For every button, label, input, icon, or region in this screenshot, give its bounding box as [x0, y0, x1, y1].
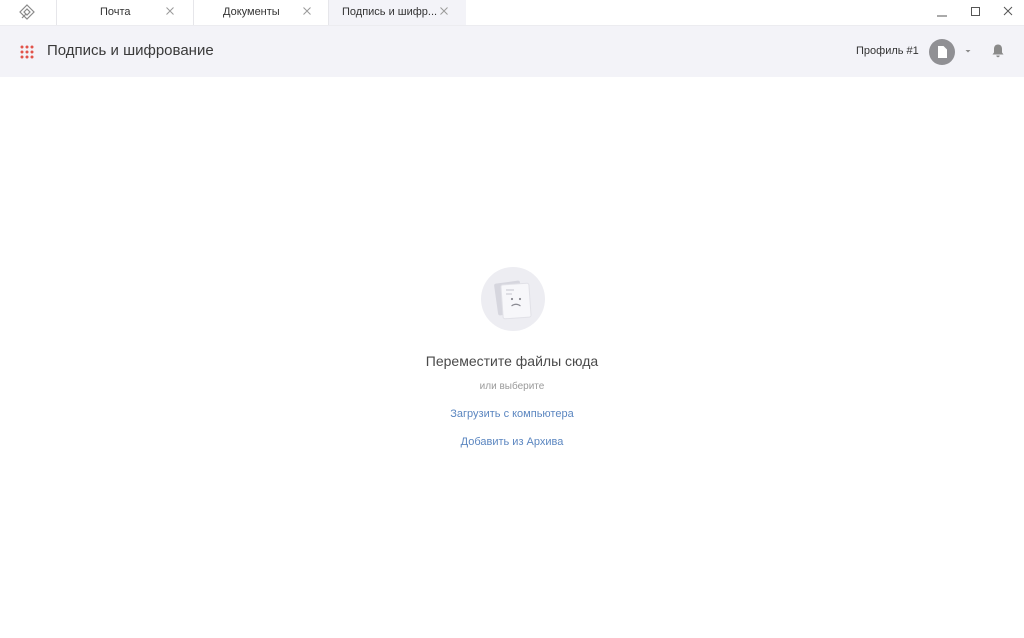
- drop-zone-title: Переместите файлы сюда: [425, 353, 599, 369]
- close-tab-icon[interactable]: [164, 5, 176, 17]
- bell-icon[interactable]: [991, 43, 1005, 59]
- app-header: Подпись и шифрование Профиль #1: [0, 26, 1024, 77]
- close-tab-icon[interactable]: [438, 5, 450, 17]
- avatar[interactable]: [929, 39, 955, 65]
- maximize-icon[interactable]: [963, 2, 987, 22]
- upload-from-computer-link[interactable]: Загрузить с компьютера: [450, 408, 573, 420]
- tab-documents[interactable]: Документы: [193, 0, 328, 25]
- file-drop-zone[interactable]: Переместите файлы сюда или выберите Загр…: [0, 77, 1024, 638]
- tab-label: Почта: [100, 6, 131, 18]
- minimize-icon[interactable]: [930, 2, 954, 22]
- document-icon: [938, 46, 947, 58]
- close-tab-icon[interactable]: [301, 5, 313, 17]
- add-from-archive-link[interactable]: Добавить из Архива: [461, 436, 564, 448]
- sad-document-icon: [481, 267, 545, 331]
- add-from-archive-link-row: Добавить из Архива: [0, 436, 1024, 448]
- profile-selector[interactable]: Профиль #1: [856, 45, 919, 57]
- chevron-down-icon[interactable]: [963, 46, 973, 56]
- app-logo-icon: [19, 4, 35, 20]
- close-icon[interactable]: [996, 2, 1020, 22]
- tab-mail[interactable]: Почта: [56, 0, 193, 25]
- page-title: Подпись и шифрование: [47, 42, 214, 59]
- tab-label: Подпись и шифр...: [342, 6, 438, 18]
- apps-grid-icon[interactable]: [20, 45, 34, 59]
- tab-sign-encrypt[interactable]: Подпись и шифр...: [328, 0, 466, 25]
- title-bar: Почта Документы Подпись и шифр...: [0, 0, 1024, 26]
- tab-label: Документы: [223, 6, 280, 18]
- upload-from-computer-link-row: Загрузить с компьютера: [0, 408, 1024, 420]
- or-label: или выберите: [479, 381, 545, 392]
